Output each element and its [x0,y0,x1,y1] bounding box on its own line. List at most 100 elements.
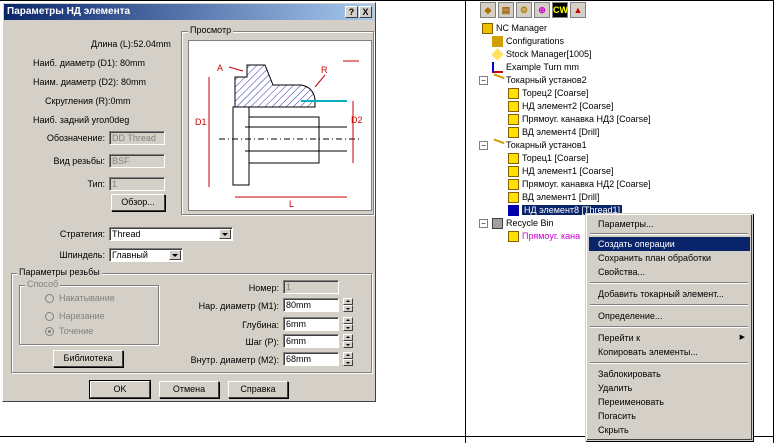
tree-setup1-item[interactable]: Прямоуг. канавка НД2 [Coarse] [508,178,651,191]
chevron-down-icon[interactable] [169,250,181,260]
inner-diameter-field[interactable]: 68mm [283,352,339,366]
camworks-icon[interactable]: ▲ [570,2,586,18]
tree-setup2-item[interactable]: НД элемент2 [Coarse] [508,100,614,113]
menu-item-parameters[interactable]: Параметры... [589,217,750,231]
tree-setup2-item[interactable]: Торец2 [Coarse] [508,87,589,100]
number-label: Номер: [248,283,279,293]
thread-type-field[interactable]: BSF [109,154,165,168]
menu-item-go-to[interactable]: Перейти к ▶ [589,331,750,345]
spindle-value: Главный [112,250,148,260]
inner-diameter-label: Внутр. диаметр (M2): [190,355,279,365]
property-manager-icon[interactable]: ▤ [498,2,514,18]
browse-button[interactable]: Обзор... [111,194,165,211]
length-info: Длина (L):52.04mm [91,39,171,49]
tree-root[interactable]: NC Manager [482,22,547,35]
outer-diameter-field[interactable]: 80mm [283,298,339,312]
menu-separator [590,326,748,328]
menu-item-save-plan[interactable]: Сохранить план обработки [589,251,750,265]
menu-item-definition[interactable]: Определение... [589,309,750,323]
spin-up-icon[interactable] [343,352,353,359]
thread-diagram: A R D1 D2 L [195,60,363,209]
menu-item-suppress[interactable]: Погасить [589,409,750,423]
setup2-expander[interactable]: − [479,76,488,85]
method-radio-cutting[interactable] [45,312,54,321]
menu-item-add-turn-feature[interactable]: Добавить токарный элемент... [589,287,750,301]
menu-item-rename[interactable]: Переименовать [589,395,750,409]
back-angle-info: Наиб. задний угол0deg [33,115,130,125]
strategy-select[interactable]: Thread [109,227,233,241]
help-title-button[interactable]: ? [345,6,358,18]
tree-stock-manager[interactable]: Stock Manager[1005] [491,48,592,61]
spin-up-icon[interactable] [343,298,353,305]
tree-setup2[interactable]: Токарный установ2 [490,73,587,88]
origin-icon[interactable]: ⊕ [534,2,550,18]
tree-setup1-item[interactable]: ВД элемент1 [Drill] [508,191,599,204]
spindle-label: Шпиндель: [59,250,105,260]
max-diameter-info: Наиб. диаметр (D1): 80mm [33,58,145,68]
menu-item-lock[interactable]: Заблокировать [589,367,750,381]
tree-setup1[interactable]: Токарный установ1 [490,138,587,153]
min-diameter-info: Наим. диаметр (D2): 80mm [33,77,147,87]
cancel-button[interactable]: Отмена [159,381,219,398]
turn-setup-icon [490,73,505,88]
menu-item-copy-features[interactable]: Копировать элементы... [589,345,750,359]
menu-item-hide[interactable]: Скрыть [589,423,750,437]
setup1-expander[interactable]: − [479,141,488,150]
label-d1: D1 [195,117,207,127]
pitch-spinner[interactable] [343,334,353,348]
tree-setup2-item[interactable]: Прямоуг. канавка НД3 [Coarse] [508,113,651,126]
pitch-field[interactable]: 6mm [283,334,339,348]
spin-down-icon[interactable] [343,341,353,348]
depth-spinner[interactable] [343,317,353,331]
menu-separator [590,362,748,364]
recycle-bin-icon [492,218,503,230]
dim-a-leader [228,66,244,72]
tree-recycle-bin[interactable]: Recycle Bin [492,217,554,230]
spindle-select[interactable]: Главный [109,248,183,262]
depth-field[interactable]: 6mm [283,317,339,331]
method-label-rolling: Накатывание [59,293,115,303]
menu-item-properties[interactable]: Свойства... [589,265,750,279]
configuration-manager-icon[interactable]: ⚙ [516,2,532,18]
inner-diameter-spinner[interactable] [343,352,353,366]
spin-down-icon[interactable] [343,324,353,331]
designation-field[interactable]: DD Thread [109,131,165,145]
dialog-titlebar[interactable]: Параметры НД элемента ? X [4,4,374,20]
tree-configurations[interactable]: Configurations [492,35,564,48]
preview-title: Просмотр [188,25,234,35]
tree-example[interactable]: Example Turn mm [492,61,579,74]
face-feature-icon [508,153,519,165]
cw-icon[interactable]: CW [552,2,568,18]
spin-down-icon[interactable] [343,305,353,312]
spin-down-icon[interactable] [343,359,353,366]
face-feature-icon [508,88,519,100]
method-radio-rolling[interactable] [45,294,54,303]
tree-setup2-item[interactable]: ВД элемент4 [Drill] [508,126,599,139]
spin-up-icon[interactable] [343,334,353,341]
spin-up-icon[interactable] [343,317,353,324]
turn-setup-icon [490,138,505,153]
feature-manager-icon[interactable]: ◆ [480,2,496,18]
chevron-down-icon[interactable] [219,229,231,239]
menu-item-go-to-label: Перейти к [598,333,641,343]
menu-item-create-operations[interactable]: Создать операции [589,237,750,251]
help-button[interactable]: Справка [228,381,288,398]
tree-recycle-item[interactable]: Прямоуг. кана [508,230,580,243]
shaft-outline [248,116,320,164]
configurations-icon [492,36,503,48]
tree-setup1-item[interactable]: Торец1 [Coarse] [508,152,589,165]
outer-diameter-label: Нар. диаметр (M1): [198,301,279,311]
number-field[interactable]: 1 [283,280,339,294]
menu-separator [590,233,748,235]
dim-r-leader [314,74,326,88]
tree-setup1-item[interactable]: НД элемент1 [Coarse] [508,165,614,178]
recycle-expander[interactable]: − [479,219,488,228]
ok-button[interactable]: OK [89,380,151,399]
menu-item-delete[interactable]: Удалить [589,381,750,395]
type-field[interactable]: 1 [109,177,165,191]
method-radio-turning[interactable] [45,327,54,336]
library-button[interactable]: Библиотека [53,350,123,367]
table-border-divider [465,0,466,443]
close-button[interactable]: X [359,6,372,18]
outer-diameter-spinner[interactable] [343,298,353,312]
